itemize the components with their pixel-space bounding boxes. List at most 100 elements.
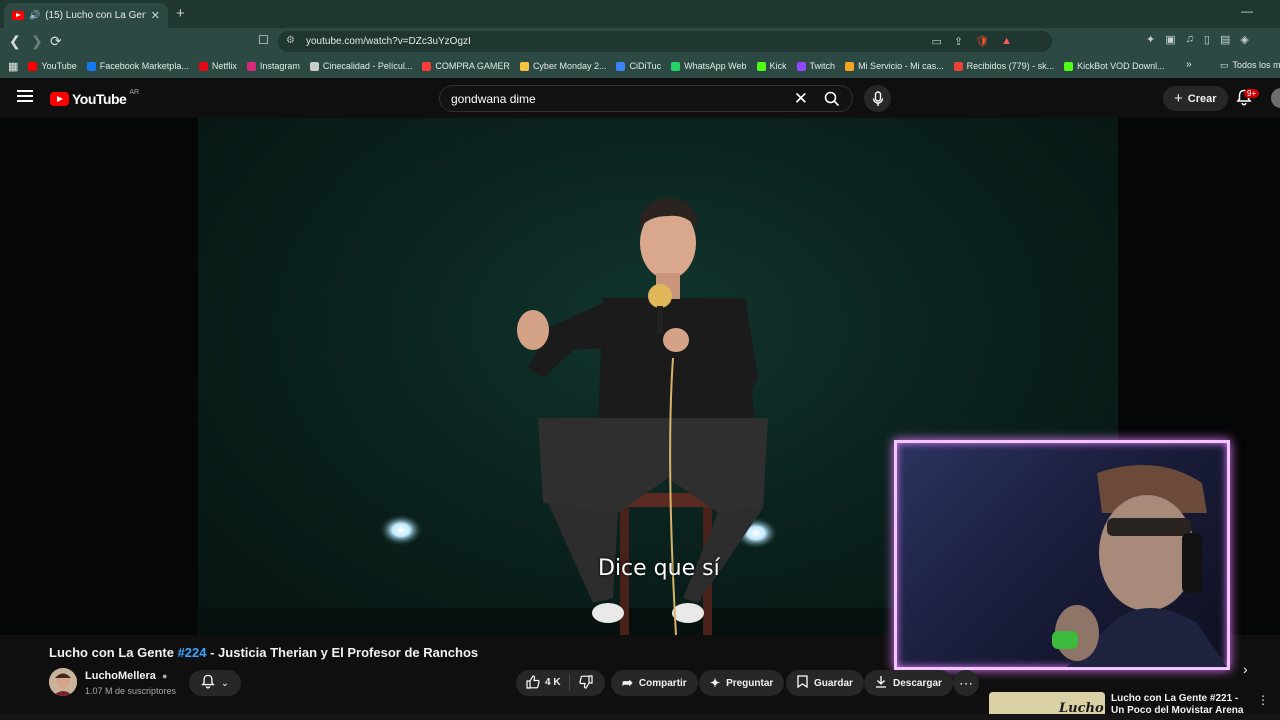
thumbs-down-icon — [579, 675, 593, 689]
share-button[interactable]: ➦ Compartir — [611, 670, 698, 696]
bookmark-item[interactable]: YouTube — [28, 61, 77, 71]
bookmark-item[interactable]: COMPRA GAMER — [422, 61, 510, 71]
media-icon[interactable]: ♫ — [1186, 33, 1194, 46]
bookmark-favicon-icon — [671, 61, 681, 71]
like-button[interactable]: 4 K — [526, 675, 561, 689]
speaker-icon[interactable]: 🔊 — [29, 10, 40, 21]
apps-grid-icon[interactable]: ▦ — [8, 60, 18, 73]
bookmark-favicon-icon — [519, 61, 529, 71]
new-tab-button[interactable]: + — [176, 5, 185, 22]
bookmark-item[interactable]: Mi Servicio - Mi cas... — [845, 61, 944, 71]
bookmark-favicon-icon — [756, 61, 766, 71]
bookmark-favicon-icon — [953, 61, 963, 71]
bookmark-label: Mi Servicio - Mi cas... — [858, 61, 944, 71]
bookmark-item[interactable]: Netflix — [198, 61, 237, 71]
bookmark-icon — [797, 675, 808, 691]
notification-badge: 9+ — [1244, 89, 1260, 98]
bookmark-favicon-icon — [309, 61, 319, 71]
like-dislike-group: 4 K — [516, 670, 605, 696]
bookmark-item[interactable]: CiDiTuc — [616, 61, 661, 71]
bookmark-item[interactable]: Twitch — [796, 61, 835, 71]
more-actions-button[interactable]: ⋯ — [953, 670, 979, 696]
bookmark-item[interactable]: Cyber Monday 2... — [519, 61, 607, 71]
close-tab-icon[interactable]: ✕ — [151, 9, 160, 22]
search-icon[interactable] — [824, 91, 840, 110]
youtube-logo[interactable]: YouTube AR — [50, 88, 140, 107]
bookmark-item[interactable]: WhatsApp Web — [671, 61, 747, 71]
country-code: AR — [129, 88, 140, 96]
streamer-webcam-image — [1052, 465, 1227, 667]
bookmark-item[interactable]: Kick — [756, 61, 787, 71]
bookmark-item[interactable]: Recibidos (779) - sk... — [953, 61, 1055, 71]
address-toolbar: ❮ ❯ ⟳ ☐ ⚙ youtube.com/watch?v=DZc3uYzOgz… — [0, 28, 1280, 54]
search-input[interactable]: gondwana dime — [451, 92, 536, 106]
cast-icon[interactable]: ▭ — [932, 35, 942, 48]
bookmark-item[interactable]: KickBot VOD Downl... — [1064, 61, 1165, 71]
chevron-down-icon: ⌄ — [220, 677, 230, 689]
chevron-right-icon[interactable]: › — [1243, 661, 1248, 677]
bookmarks-bar: ▦ YouTube Facebook Marketpla... Netflix Ins… — [0, 54, 1280, 78]
sidebar-icon[interactable]: ▯ — [1204, 33, 1210, 46]
browser-tab[interactable]: 🔊 (15) Lucho con La Gente #224 ✕ — [4, 3, 168, 28]
voice-search-button[interactable] — [864, 85, 891, 112]
bookmark-item[interactable]: Cinecalidad - Películ... — [309, 61, 413, 71]
bookmark-favicon-icon — [796, 61, 806, 71]
bookmark-label: WhatsApp Web — [684, 61, 747, 71]
bookmark-favicon-icon — [845, 61, 855, 71]
bookmark-favicon-icon — [422, 61, 432, 71]
url-bar[interactable]: ⚙ youtube.com/watch?v=DZc3uYzOgzI ▭ ⇪ 🛡 … — [278, 31, 1052, 52]
site-info-icon[interactable]: ⚙ — [286, 35, 295, 46]
bookmark-label: Cyber Monday 2... — [532, 61, 607, 71]
brave-shield-icon[interactable]: 🛡 — [975, 35, 989, 48]
more-bookmarks-icon[interactable]: » — [1186, 59, 1192, 70]
subscribed-notifications-button[interactable]: ⌄ — [189, 670, 241, 696]
save-button[interactable]: Guardar — [786, 670, 864, 696]
thumbs-up-icon — [526, 675, 540, 689]
bookmark-favicon-icon — [616, 61, 626, 71]
back-button[interactable]: ❮ — [9, 33, 21, 50]
bookmark-label: Kick — [769, 61, 787, 71]
share-page-icon[interactable]: ⇪ — [954, 35, 963, 48]
video-hashtag-link[interactable]: #224 — [178, 645, 207, 660]
forward-button[interactable]: ❯ — [31, 33, 43, 50]
channel-name-text: LuchoMellera — [85, 670, 156, 682]
download-label: Descargar — [893, 677, 942, 689]
vpn-icon[interactable]: ◈ — [1240, 33, 1248, 46]
plus-icon: + — [1174, 90, 1183, 107]
menu-icon[interactable] — [17, 90, 33, 102]
all-bookmarks-label: Todos los m — [1232, 60, 1280, 70]
create-button[interactable]: + Crear — [1163, 86, 1228, 111]
bookmark-label: Netflix — [211, 61, 237, 71]
recommendation-menu-icon[interactable]: ⋮ — [1257, 693, 1269, 707]
more-horizontal-icon: ⋯ — [959, 674, 973, 691]
bookmark-item[interactable]: Instagram — [246, 61, 300, 71]
search-box[interactable]: gondwana dime ✕ — [439, 85, 853, 112]
wallet-icon[interactable]: ▤ — [1220, 33, 1230, 46]
channel-avatar[interactable] — [49, 668, 77, 696]
youtube-play-icon — [50, 92, 69, 106]
bookmark-label: Facebook Marketpla... — [99, 61, 189, 71]
bookmark-label: Recibidos (779) - sk... — [966, 61, 1055, 71]
webcam-overlay — [894, 440, 1230, 670]
minimize-button[interactable]: — — [1241, 4, 1253, 18]
create-label: Crear — [1187, 92, 1217, 105]
bookmark-item[interactable]: Facebook Marketpla... — [86, 61, 189, 71]
bookmark-page-icon[interactable]: ☐ — [258, 33, 269, 47]
all-bookmarks-folder[interactable]: ▭ Todos los m — [1220, 60, 1280, 71]
dislike-button[interactable] — [579, 675, 593, 694]
ask-button[interactable]: ✦ Preguntar — [699, 670, 785, 696]
browser-tab-strip: 🔊 (15) Lucho con La Gente #224 ✕ + — — [0, 0, 1280, 28]
clear-search-icon[interactable]: ✕ — [794, 89, 808, 109]
microphone-icon — [872, 90, 883, 106]
screenshot-icon[interactable]: ▣ — [1165, 33, 1175, 46]
like-count: 4 K — [545, 676, 561, 688]
channel-name[interactable]: LuchoMellera ● — [85, 670, 167, 682]
video-subtitle: Dice que sí — [598, 556, 720, 581]
save-label: Guardar — [814, 677, 853, 689]
verified-icon: ● — [161, 671, 168, 681]
reload-button[interactable]: ⟳ — [50, 33, 62, 50]
bookmark-label: Cinecalidad - Películ... — [322, 61, 413, 71]
brave-rewards-icon[interactable]: ▲ — [1001, 35, 1012, 48]
extensions-icon[interactable]: ✦ — [1146, 33, 1155, 46]
download-button[interactable]: Descargar — [864, 670, 953, 696]
